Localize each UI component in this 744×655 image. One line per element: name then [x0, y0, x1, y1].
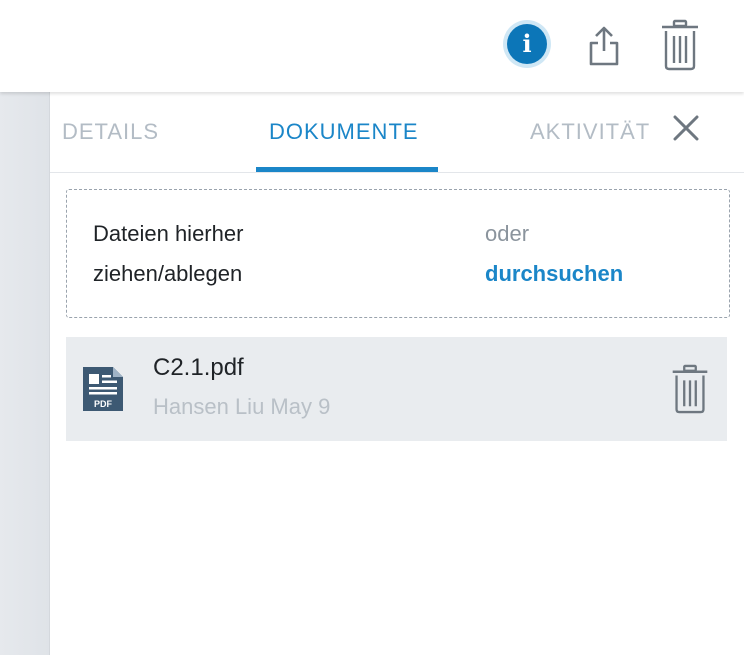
share-button[interactable]: [584, 24, 624, 68]
close-icon: [673, 115, 699, 141]
left-content-area: [0, 92, 50, 655]
tab-documents[interactable]: DOKUMENTE: [269, 119, 419, 145]
top-toolbar: i: [0, 0, 744, 92]
pdf-type-label: PDF: [94, 399, 113, 409]
file-drop-zone[interactable]: Dateien hierher ziehen/ablegen oder durc…: [66, 189, 730, 318]
trash-icon: [662, 19, 698, 71]
share-icon: [589, 26, 619, 66]
info-glyph: i: [522, 29, 532, 58]
tab-details[interactable]: DETAILS: [62, 119, 159, 145]
pdf-file-icon: PDF: [83, 367, 123, 411]
drop-instructions: Dateien hierher ziehen/ablegen: [93, 221, 244, 286]
delete-button[interactable]: [658, 18, 702, 72]
info-button[interactable]: i: [503, 20, 551, 68]
delete-file-button[interactable]: [670, 364, 712, 414]
close-panel-button[interactable]: [671, 113, 701, 143]
details-panel: DETAILS DOKUMENTE AKTIVITÄT Dateien hier…: [50, 92, 744, 655]
trash-icon: [672, 364, 708, 414]
tab-bar: DETAILS DOKUMENTE AKTIVITÄT: [50, 92, 744, 173]
browse-link[interactable]: durchsuchen: [485, 254, 623, 294]
tab-activity[interactable]: AKTIVITÄT: [530, 119, 650, 145]
file-meta: Hansen Liu May 9: [153, 394, 331, 419]
file-list-item[interactable]: PDF C2.1.pdf Hansen Liu May 9: [66, 337, 727, 441]
file-name[interactable]: C2.1.pdf: [153, 354, 244, 382]
drop-or-label: oder: [485, 221, 530, 246]
info-icon: i: [507, 24, 547, 64]
active-tab-indicator: [256, 167, 438, 172]
